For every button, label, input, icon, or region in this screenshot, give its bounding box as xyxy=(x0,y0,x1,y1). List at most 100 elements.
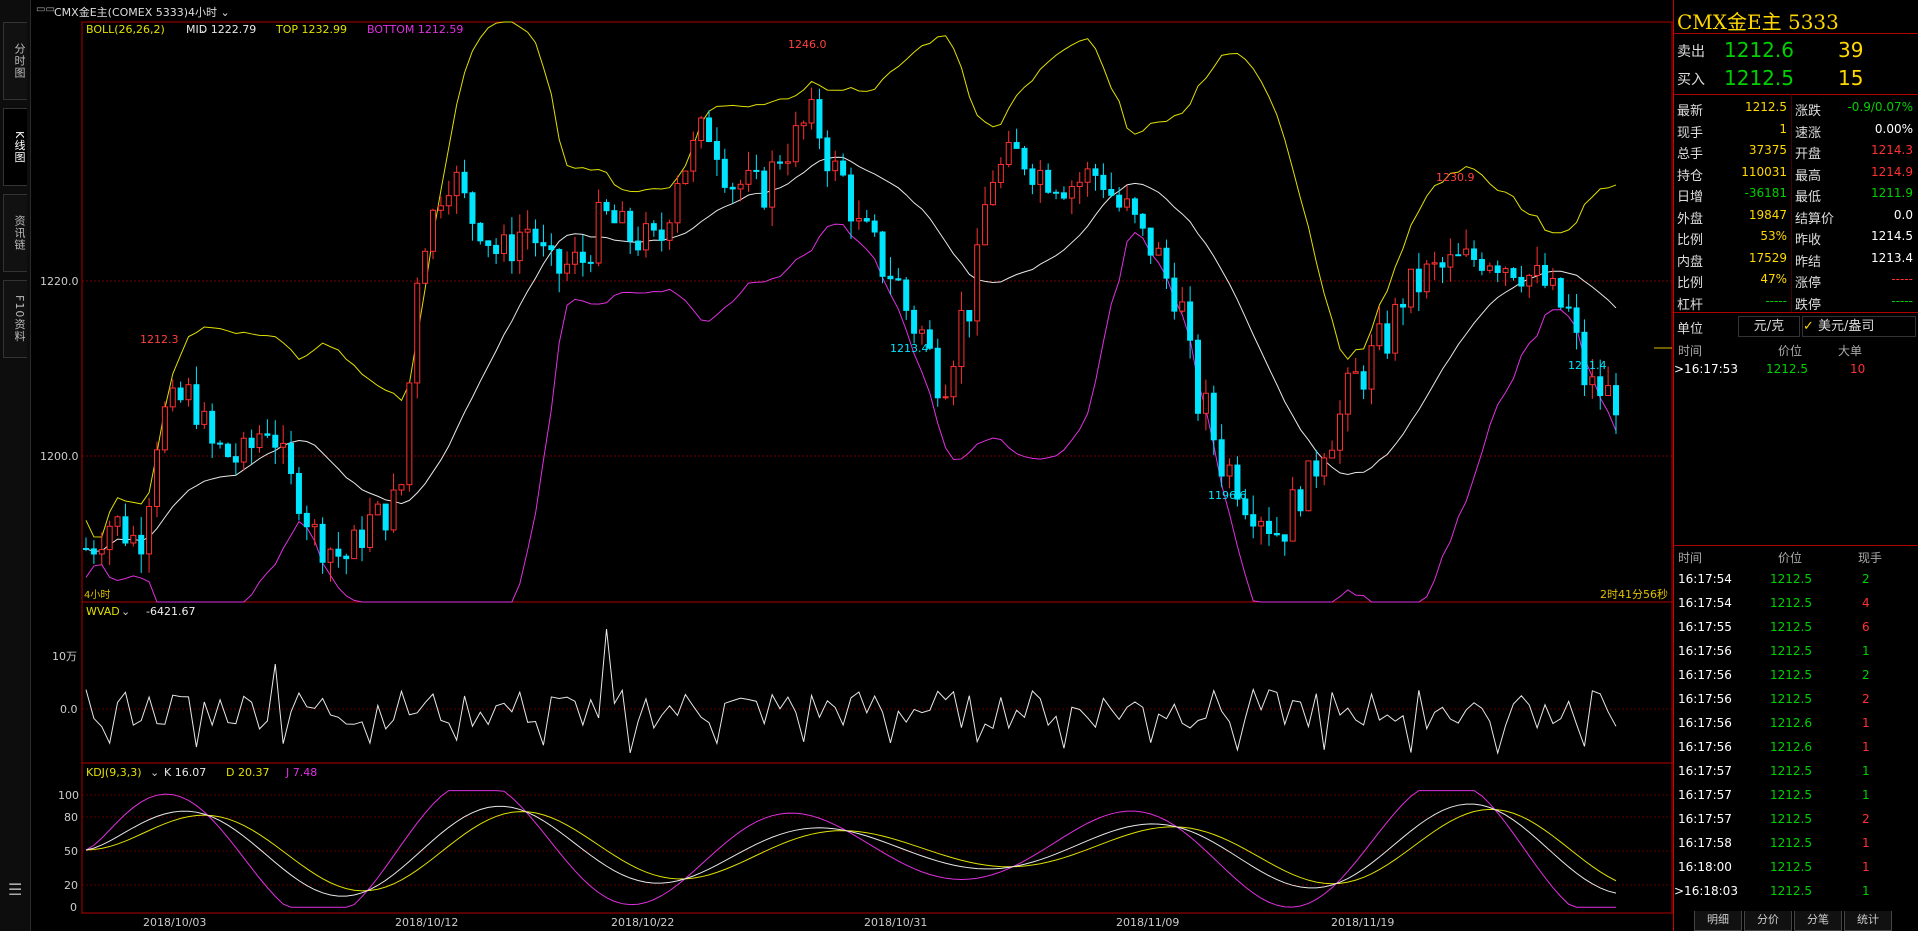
tick-row[interactable]: 16:17:56 1212.6 1 xyxy=(1678,738,1914,762)
candle-body xyxy=(422,250,429,284)
candle-body xyxy=(83,547,89,550)
candle-body xyxy=(1116,194,1123,208)
candle-body xyxy=(1029,168,1036,185)
big-order-header: 时间 价位 大单 xyxy=(1678,344,1863,358)
kdj-tick-20: 20 xyxy=(64,879,78,892)
tick-row[interactable]: 16:17:56 1212.5 2 xyxy=(1678,690,1914,714)
chart-area[interactable]: 1220.0 1200.0 BOLL(26,26,2) ⌄ MID 1222.7… xyxy=(0,0,1673,931)
candle-body xyxy=(934,347,941,399)
candle-body xyxy=(1313,460,1320,477)
tab-statistics[interactable]: 统计 xyxy=(1844,911,1892,931)
tick-row[interactable]: 16:17:57 1212.5 1 xyxy=(1678,786,1914,810)
candle-body xyxy=(989,181,996,206)
candle-body xyxy=(966,309,973,322)
date-label: 2018/11/09 xyxy=(1116,916,1179,929)
candle-body xyxy=(1486,265,1493,271)
tab-detail[interactable]: 明细 xyxy=(1694,911,1742,931)
candle-body xyxy=(1131,198,1138,215)
chevron-down-icon: ⌄ xyxy=(121,605,130,618)
candle-body xyxy=(477,222,484,242)
big-order-row[interactable]: >16:17:53 1212.5 10 xyxy=(1674,361,1918,381)
candle-body xyxy=(1060,192,1067,199)
tick-row[interactable]: 16:17:57 1212.5 2 xyxy=(1678,810,1914,834)
tick-row[interactable]: 16:17:56 1212.5 1 xyxy=(1678,642,1914,666)
candle-body xyxy=(666,222,673,241)
candle-body xyxy=(1037,169,1044,185)
tab-price-distribution[interactable]: 分价 xyxy=(1744,911,1792,931)
candle-body xyxy=(784,161,791,164)
candle-body xyxy=(855,218,862,222)
candle-body xyxy=(1415,268,1422,293)
price-tick-1200: 1200.0 xyxy=(40,450,79,463)
candle-body xyxy=(343,555,350,560)
unit-option-gram[interactable]: 元/克 xyxy=(1738,316,1800,337)
unit-option-ounce[interactable]: ✓ 美元/盎司 xyxy=(1802,316,1916,337)
candle-body xyxy=(114,516,121,527)
tick-row[interactable]: 16:17:54 1212.5 4 xyxy=(1678,594,1914,618)
tick-row[interactable]: 16:17:57 1212.5 1 xyxy=(1678,762,1914,786)
candle-body xyxy=(500,234,507,254)
candle-body xyxy=(1321,457,1328,477)
candle-body xyxy=(792,125,799,163)
candle-body xyxy=(1076,181,1083,188)
candle-body xyxy=(161,406,168,451)
candle-body xyxy=(311,523,318,528)
candle-body xyxy=(911,309,918,334)
candle-body xyxy=(753,169,760,172)
candle-body xyxy=(1226,464,1233,477)
tick-row[interactable]: 16:17:58 1212.5 1 xyxy=(1678,834,1914,858)
candle-body xyxy=(272,434,279,448)
candle-body xyxy=(1368,345,1375,390)
candle-body xyxy=(374,503,381,516)
candle-body xyxy=(177,387,184,401)
candle-body xyxy=(1218,439,1225,477)
candle-body xyxy=(635,240,642,251)
kdj-tick-100: 100 xyxy=(58,789,79,802)
candle-body xyxy=(745,169,752,185)
candle-body xyxy=(903,279,910,311)
candle-body xyxy=(414,282,421,384)
candle-body xyxy=(1573,307,1580,333)
candle-body xyxy=(1187,301,1194,341)
candle-body xyxy=(974,244,981,322)
candle-body xyxy=(737,183,744,190)
candle-body xyxy=(721,158,728,188)
tick-row[interactable]: >16:18:03 1212.5 1 xyxy=(1674,882,1914,906)
candle-body xyxy=(224,443,231,458)
tick-row[interactable]: 16:17:56 1212.5 2 xyxy=(1678,666,1914,690)
candle-body xyxy=(1179,301,1186,312)
candle-body xyxy=(1494,265,1501,273)
wvad-tick-10w: 10万 xyxy=(52,650,77,663)
candle-body xyxy=(437,205,444,211)
corner-period-label: 4小时 xyxy=(84,589,110,601)
kdj-j: J 7.48 xyxy=(285,766,317,779)
tick-row[interactable]: 16:17:54 1212.5 2 xyxy=(1678,570,1914,594)
date-label: 2018/10/03 xyxy=(143,916,206,929)
candle-body xyxy=(879,231,886,277)
quote-panel: CMX金E主 5333 卖出 1212.6 39 买入 1212.5 15 最新… xyxy=(1673,0,1918,931)
tick-row[interactable]: 16:17:55 1212.5 6 xyxy=(1678,618,1914,642)
candle-body xyxy=(1352,371,1359,374)
candle-body xyxy=(1265,520,1272,535)
candle-body xyxy=(430,209,437,252)
main-chart-frame xyxy=(81,21,1673,603)
candle-body xyxy=(1005,142,1012,165)
candle-body xyxy=(871,220,878,233)
high-label-3: 1230.9 xyxy=(1436,171,1475,184)
candle-body xyxy=(1455,254,1462,257)
candle-body xyxy=(1021,147,1028,170)
candle-body xyxy=(1013,142,1020,149)
bollinger-bands xyxy=(85,21,1617,603)
date-label: 2018/11/19 xyxy=(1331,916,1394,929)
kdj-frame xyxy=(81,762,1673,914)
tick-row[interactable]: 16:18:00 1212.5 1 xyxy=(1678,858,1914,882)
boll-mid: MID 1222.79 xyxy=(186,23,256,36)
tab-trades[interactable]: 分笔 xyxy=(1794,911,1842,931)
candle-body xyxy=(895,278,902,281)
candle-body xyxy=(524,228,531,233)
boll-top-line xyxy=(85,21,1617,538)
candle-body xyxy=(1463,248,1470,256)
tick-row[interactable]: 16:17:56 1212.6 1 xyxy=(1678,714,1914,738)
candle-body xyxy=(1431,262,1438,265)
candle-body xyxy=(390,489,397,531)
